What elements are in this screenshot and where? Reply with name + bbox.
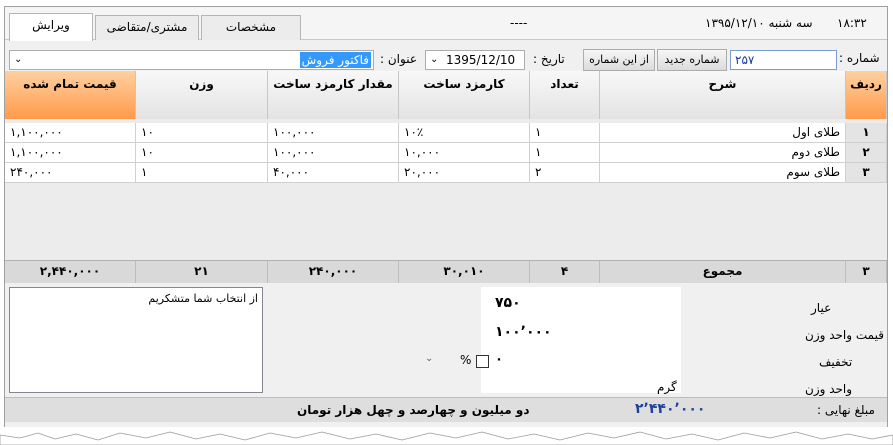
fee-amount-cell[interactable]: ۱۰۰,۰۰۰: [268, 143, 399, 163]
col-fee-header[interactable]: کارمزد ساخت: [399, 71, 530, 119]
final-label: مبلغ نهایی :: [817, 403, 875, 417]
chevron-down-icon[interactable]: ⌄: [14, 51, 22, 69]
totals-label: مجموع: [600, 261, 846, 283]
ayar-label: عیار: [811, 301, 832, 315]
col-total-header[interactable]: قیمت تمام شده: [5, 71, 136, 119]
total-sum: ۲,۴۴۰,۰۰۰: [5, 261, 136, 283]
final-value: ۲٬۴۴۰٬۰۰۰: [635, 401, 706, 417]
fee-amount-cell[interactable]: ۴۰,۰۰۰: [268, 163, 399, 183]
col-fee-amount-header[interactable]: مقدار کارمزد ساخت: [268, 71, 399, 119]
title-combo[interactable]: فاکتور فروش ⌄: [9, 50, 374, 70]
invoice-window: ویرایش مشتری/متقاضی مشخصات ---- سه شنبه …: [4, 6, 888, 432]
weight-cell[interactable]: ۱: [136, 163, 268, 183]
header-date: سه شنبه ۱۳۹۵/۱۲/۱۰: [705, 16, 813, 30]
header-time: ۱۸:۳۲: [837, 16, 867, 30]
ayar-value[interactable]: ۷۵۰: [495, 295, 521, 311]
final-amount-words: دو میلیون و چهارصد و چهل هزار تومان: [297, 403, 530, 417]
discount-label: تخفیف: [819, 355, 853, 369]
new-number-button[interactable]: شماره جدید: [657, 49, 727, 71]
weight-unit-label: واحد وزن: [805, 382, 853, 396]
row-index: ۱: [846, 123, 887, 143]
header-center-text: ----: [510, 16, 528, 30]
col-desc-header[interactable]: شرح: [600, 71, 846, 119]
col-index-header[interactable]: ردیف: [846, 71, 887, 119]
tab-edit[interactable]: ویرایش: [9, 13, 93, 41]
col-qty-header[interactable]: تعداد: [530, 71, 600, 119]
total-cell[interactable]: ۲۴۰,۰۰۰: [5, 163, 136, 183]
totals-row: ۲,۴۴۰,۰۰۰ ۲۱ ۲۴۰,۰۰۰ ۳۰,۰۱۰ ۴ مجموع ۳: [5, 260, 887, 284]
final-amount-bar: مبلغ نهایی : ۲٬۴۴۰٬۰۰۰ دو میلیون و چهارص…: [5, 397, 887, 422]
fee-amount-sum: ۲۴۰,۰۰۰: [268, 261, 399, 283]
qty-cell[interactable]: ۲: [530, 163, 600, 183]
row-index: ۳: [846, 163, 887, 183]
desc-cell[interactable]: طلای سوم: [600, 163, 846, 183]
row-index: ۲: [846, 143, 887, 163]
unit-price-value[interactable]: ۱۰۰٬۰۰۰: [495, 324, 552, 340]
total-cell[interactable]: ۱,۱۰۰,۰۰۰: [5, 123, 136, 143]
qty-cell[interactable]: ۱: [530, 123, 600, 143]
unit-price-label: قیمت واحد وزن: [805, 328, 884, 342]
date-value: 1395/12/10: [446, 53, 516, 67]
discount-value[interactable]: ۰: [495, 352, 503, 367]
number-label: شماره :: [839, 51, 880, 65]
discount-percent-label: %: [460, 353, 472, 367]
desc-cell[interactable]: طلای دوم: [600, 143, 846, 163]
row-count: ۳: [846, 261, 887, 283]
torn-edge: [0, 427, 893, 445]
chevron-down-icon[interactable]: ⌄: [430, 51, 438, 69]
number-input[interactable]: ۲۵۷: [730, 50, 837, 70]
qty-sum: ۴: [530, 261, 600, 283]
tab-customer[interactable]: مشتری/متقاضی: [95, 15, 199, 40]
fee-amount-cell[interactable]: ۱۰۰,۰۰۰: [268, 123, 399, 143]
tab-details[interactable]: مشخصات: [201, 15, 301, 40]
fee-cell[interactable]: ۱۰٪: [399, 123, 530, 143]
chevron-down-icon[interactable]: ⌄: [425, 353, 433, 364]
weight-cell[interactable]: ۱۰: [136, 143, 268, 163]
date-picker[interactable]: 1395/12/10 ⌄: [425, 50, 525, 70]
title-value: فاکتور فروش: [299, 52, 371, 68]
col-weight-header[interactable]: وزن: [136, 71, 268, 119]
memo-textarea[interactable]: از انتخاب شما متشکریم: [9, 287, 263, 393]
title-label: عنوان :: [380, 52, 417, 66]
from-this-number-button[interactable]: از این شماره: [583, 49, 655, 71]
total-cell[interactable]: ۱,۱۰۰,۰۰۰: [5, 143, 136, 163]
summary-panel: از انتخاب شما متشکریم عیار ۷۵۰ قیمت واحد…: [5, 283, 887, 398]
items-grid: قیمت تمام شده وزن مقدار کارمزد ساخت کارم…: [5, 71, 887, 263]
invoice-header-form: شماره : ۲۵۷ شماره جدید از این شماره تاری…: [5, 43, 887, 73]
weight-sum: ۲۱: [136, 261, 268, 283]
discount-checkbox[interactable]: [476, 355, 489, 368]
qty-cell[interactable]: ۱: [530, 143, 600, 163]
fee-cell[interactable]: ۱۰,۰۰۰: [399, 143, 530, 163]
fee-cell[interactable]: ۲۰,۰۰۰: [399, 163, 530, 183]
date-label: تاریخ :: [533, 52, 565, 66]
weight-unit-value[interactable]: گرم: [657, 380, 677, 394]
fee-sum: ۳۰,۰۱۰: [399, 261, 530, 283]
weight-cell[interactable]: ۱۰: [136, 123, 268, 143]
desc-cell[interactable]: طلای اول: [600, 123, 846, 143]
top-bar: ویرایش مشتری/متقاضی مشخصات ---- سه شنبه …: [5, 7, 887, 41]
